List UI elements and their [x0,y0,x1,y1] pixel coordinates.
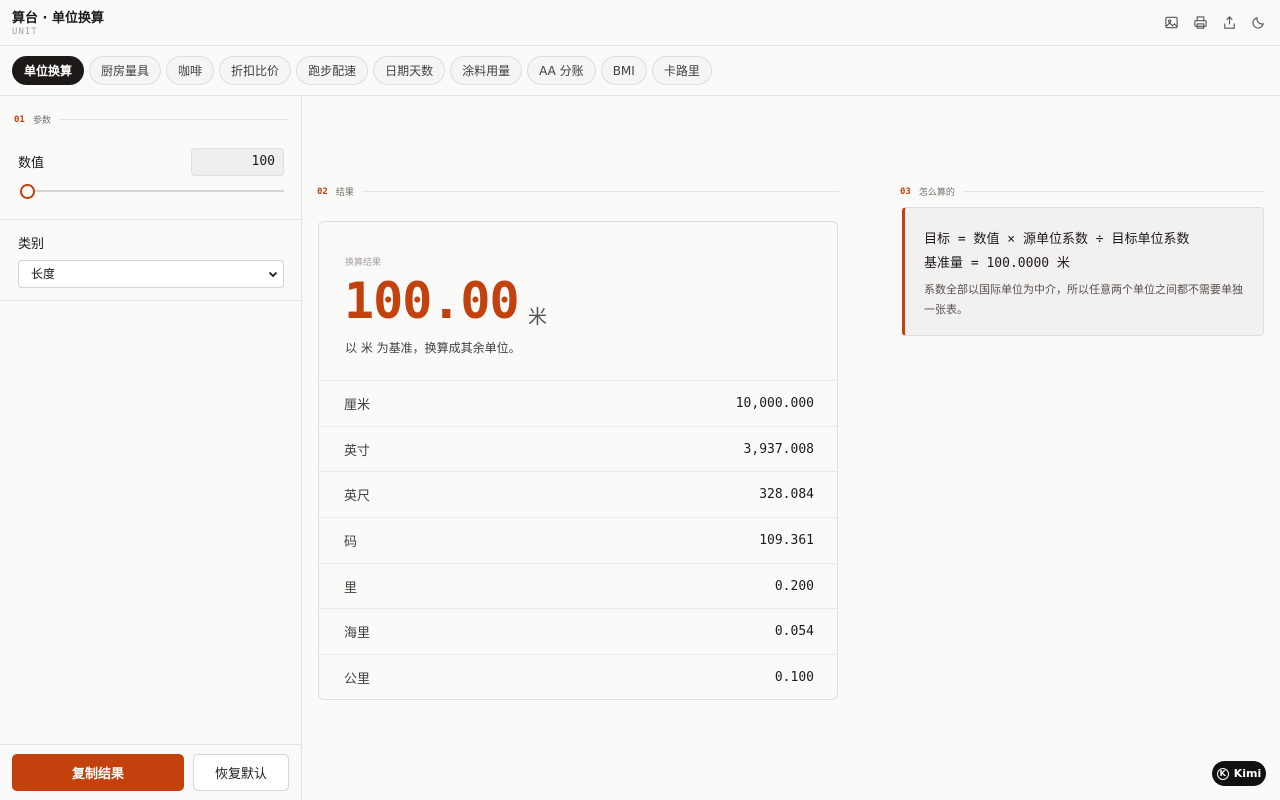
tab-coffee[interactable]: 咖啡 [166,56,215,85]
tab-pace[interactable]: 跑步配速 [296,56,369,85]
unit-name: 英寸 [344,443,371,459]
unit-name: 码 [344,534,358,550]
conversion-row: 码 109.361 [319,517,837,563]
params-panel: 01 参数 数值 100 类别 长度 复制结果 恢复默认 [0,96,302,800]
formula-section-header: 03 怎么算的 [900,185,1264,198]
conversion-row: 厘米 10,000.000 [319,380,837,426]
section-title: 参数 [32,116,51,126]
header-actions [1163,14,1266,30]
section-divider [962,191,1264,192]
tab-bmi[interactable]: BMI [600,56,647,85]
tab-paint[interactable]: 涂料用量 [450,56,523,85]
result-description: 以 米 为基准，换算成其余单位。 [345,341,521,355]
app-title: 算台 · 单位换算 [12,11,104,26]
app-subtitle: UNIT [12,27,38,37]
kimi-label: Kimi [1233,767,1262,780]
section-divider [58,119,288,120]
unit-value: 0.200 [774,578,814,594]
moon-icon[interactable] [1250,14,1266,30]
unit-value: 0.054 [774,624,814,640]
conversion-row: 英寸 3,937.008 [319,425,837,472]
section-number: 02 [317,186,328,197]
base-quantity-line: 基准量 = 100.0000 米 [924,256,1070,271]
print-icon[interactable] [1192,14,1208,30]
unit-value: 10,000.000 [735,395,814,411]
result-value: 100.00 [344,272,520,330]
unit-value: 109.361 [759,532,814,548]
divider [0,300,301,301]
result-caption: 换算结果 [345,258,382,268]
unit-value: 328.084 [759,487,814,503]
unit-name: 公里 [344,671,371,687]
tab-date-days[interactable]: 日期天数 [373,56,446,85]
reset-default-button[interactable]: 恢复默认 [193,754,289,791]
conversion-row: 里 0.200 [319,562,837,609]
tab-aa-split[interactable]: AA 分账 [527,56,596,85]
image-icon[interactable] [1163,14,1179,30]
section-number: 01 [14,114,25,125]
result-card: 换算结果 100.00 米 以 米 为基准，换算成其余单位。 厘米 10,000.… [318,221,838,700]
section-divider [361,191,839,192]
formula-card: 目标 = 数值 × 源单位系数 ÷ 目标单位系数 基准量 = 100.0000 … [902,207,1264,336]
kimi-logo-icon: K [1216,767,1229,780]
conversion-row: 英尺 328.084 [319,471,837,517]
result-unit: 米 [528,306,548,328]
category-selected-value: 长度 [31,267,56,281]
tool-tabs: 单位换算 厨房量具 咖啡 折扣比价 跑步配速 日期天数 涂料用量 AA 分账 B… [0,46,1280,96]
section-number: 03 [900,186,911,197]
conversion-list: 厘米 10,000.000 英寸 3,937.008 英尺 328.084 码 109.… [319,380,837,699]
value-slider-track[interactable] [27,190,284,192]
conversion-row: 公里 0.100 [319,654,837,699]
divider [0,219,301,220]
formula-note: 系数全部以国际单位为中介，所以任意两个单位之间都不需要单独一张表。 [924,283,1243,316]
formula-line: 目标 = 数值 × 源单位系数 ÷ 目标单位系数 [924,232,1190,247]
unit-name: 英尺 [344,489,371,505]
tab-calorie[interactable]: 卡路里 [651,56,712,85]
kimi-badge[interactable]: K Kimi [1212,761,1266,786]
category-label: 类别 [18,237,45,252]
category-select[interactable]: 长度 [18,260,284,288]
value-label: 数值 [18,156,45,171]
unit-value: 0.100 [774,669,814,685]
unit-name: 厘米 [344,397,371,413]
params-section-header: 01 参数 [14,113,288,126]
share-icon[interactable] [1221,14,1237,30]
app-header: 算台 · 单位换算 UNIT [0,0,1280,46]
value-slider-thumb[interactable] [20,184,35,199]
unit-name: 里 [344,580,358,596]
tab-discount[interactable]: 折扣比价 [219,56,292,85]
conversion-row: 海里 0.054 [319,608,837,654]
results-section-header: 02 结果 [317,185,839,198]
section-title: 结果 [335,188,354,198]
value-input[interactable]: 100 [191,148,284,176]
tab-unit-convert[interactable]: 单位换算 [12,56,85,85]
chevron-down-icon [268,271,278,278]
section-title: 怎么算的 [918,188,955,198]
tab-kitchen[interactable]: 厨房量具 [89,56,162,85]
unit-name: 海里 [344,626,371,642]
copy-result-button[interactable]: 复制结果 [12,754,184,791]
actions-footer: 复制结果 恢复默认 [0,744,301,800]
unit-value: 3,937.008 [743,441,814,457]
